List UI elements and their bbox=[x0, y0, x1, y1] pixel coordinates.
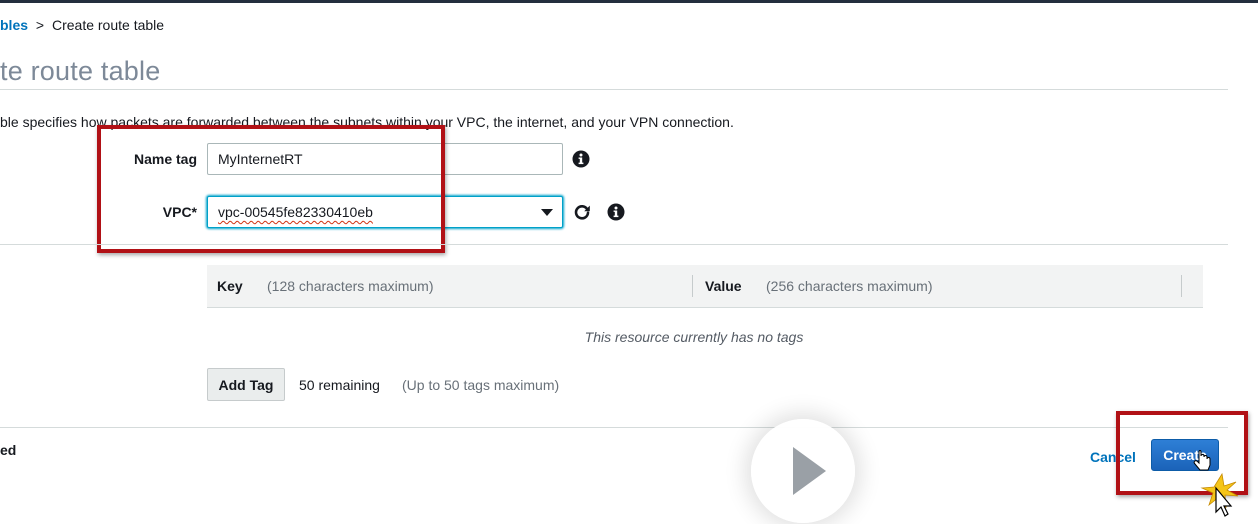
footer-divider bbox=[0, 427, 1228, 428]
cursor-overlay bbox=[1193, 450, 1239, 517]
column-divider bbox=[692, 275, 693, 297]
info-icon[interactable] bbox=[607, 203, 625, 221]
page-title: te route table bbox=[0, 56, 161, 86]
breadcrumb-separator: > bbox=[35, 17, 45, 33]
video-play-button[interactable] bbox=[751, 419, 855, 523]
info-icon[interactable] bbox=[572, 150, 590, 168]
annotation-box-create bbox=[1116, 411, 1248, 495]
tags-table-header: Key (128 characters maximum) Value (256 … bbox=[207, 265, 1203, 308]
required-note: ed bbox=[0, 442, 17, 458]
play-icon bbox=[793, 447, 826, 495]
annotation-box-form bbox=[97, 125, 445, 253]
breadcrumb-current: Create route table bbox=[51, 17, 165, 33]
tags-max-hint: (Up to 50 tags maximum) bbox=[402, 377, 560, 393]
chevron-down-icon bbox=[541, 209, 553, 216]
tags-table: Key (128 characters maximum) Value (256 … bbox=[207, 265, 1203, 359]
tags-empty-message: This resource currently has no tags bbox=[584, 329, 804, 345]
tags-value-header: Value bbox=[705, 278, 742, 294]
title-divider bbox=[0, 89, 1228, 90]
breadcrumb-route-tables-link[interactable]: bles bbox=[0, 17, 28, 33]
breadcrumb: bles > Create route table bbox=[0, 17, 164, 33]
tags-key-header: Key bbox=[217, 278, 243, 294]
tags-key-hint: (128 characters maximum) bbox=[267, 278, 434, 294]
section-divider bbox=[0, 244, 1228, 245]
column-divider bbox=[1181, 275, 1182, 297]
tags-remaining-count: 50 remaining bbox=[299, 377, 380, 393]
top-bar bbox=[0, 0, 1258, 3]
refresh-icon[interactable] bbox=[573, 203, 591, 221]
tags-value-hint: (256 characters maximum) bbox=[766, 278, 933, 294]
add-tag-button[interactable]: Add Tag bbox=[207, 368, 285, 401]
